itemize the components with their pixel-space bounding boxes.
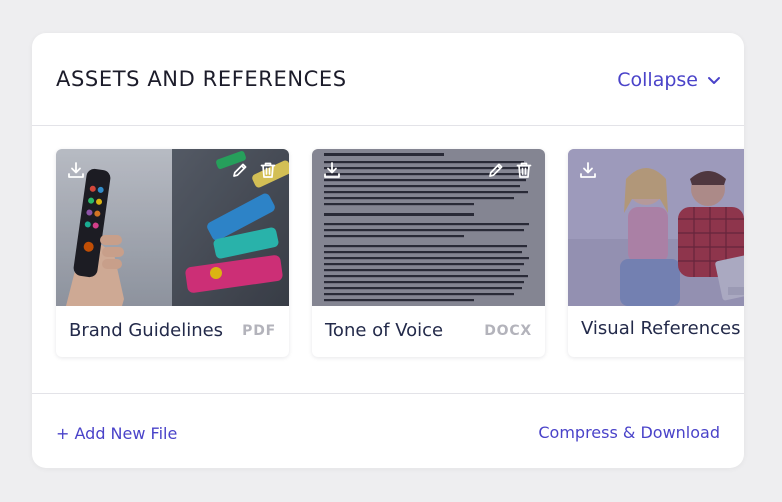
file-carousel[interactable]: Brand Guidelines PDF Tone of Voice DOCX … (32, 126, 744, 393)
file-name: Visual References (581, 318, 741, 339)
download-icon[interactable] (66, 160, 86, 180)
collapse-label: Collapse (617, 69, 698, 91)
file-type-badge: DOCX (484, 323, 532, 339)
file-name: Brand Guidelines (69, 320, 224, 341)
download-icon[interactable] (578, 160, 598, 180)
file-card-brand-guidelines[interactable]: Brand Guidelines PDF (56, 149, 289, 357)
collapse-button[interactable]: Collapse (617, 69, 722, 91)
panel-footer: + Add New File Compress & Download (32, 393, 744, 468)
edit-icon[interactable] (486, 160, 506, 180)
trash-icon[interactable] (258, 160, 278, 180)
file-thumbnail (312, 149, 545, 306)
file-card-tone-of-voice[interactable]: Tone of Voice DOCX (312, 149, 545, 357)
edit-icon[interactable] (230, 160, 250, 180)
download-icon[interactable] (322, 160, 342, 180)
chevron-down-icon (708, 77, 720, 84)
file-type-badge: PDF (242, 323, 276, 339)
panel-header: ASSETS AND REFERENCES Collapse (32, 33, 744, 126)
file-card-visual-references[interactable]: Visual References (568, 149, 744, 357)
file-name: Tone of Voice (325, 320, 444, 341)
add-new-file-button[interactable]: + Add New File (56, 424, 177, 443)
panel-title: ASSETS AND REFERENCES (56, 67, 347, 91)
file-thumbnail (56, 149, 289, 306)
compress-download-button[interactable]: Compress & Download (538, 423, 720, 442)
assets-panel: ASSETS AND REFERENCES Collapse Brand Gui… (32, 33, 744, 468)
trash-icon[interactable] (514, 160, 534, 180)
file-thumbnail (568, 149, 744, 306)
